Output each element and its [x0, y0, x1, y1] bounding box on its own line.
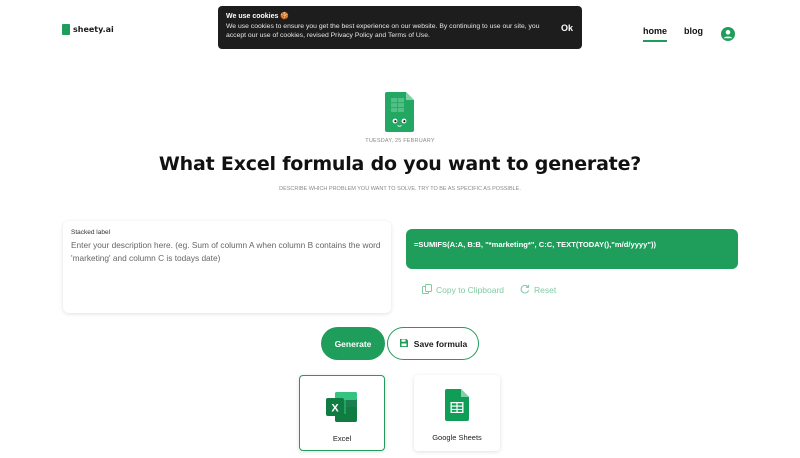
- page-subtitle: DESCRIBE WHICH PROBLEM YOU WANT TO SOLVE…: [279, 186, 521, 192]
- nav-home-link[interactable]: home: [643, 26, 667, 36]
- save-formula-label: Save formula: [413, 338, 468, 349]
- copy-to-clipboard-button[interactable]: Copy to Clipboard: [422, 284, 504, 296]
- description-input[interactable]: [69, 237, 389, 311]
- excel-label: Excel: [332, 434, 352, 443]
- sheet-logo-icon: [62, 24, 70, 35]
- reset-label: Reset: [534, 285, 557, 295]
- sheety-mascot-icon: [385, 92, 414, 132]
- copy-label: Copy to Clipboard: [436, 285, 505, 295]
- google-sheets-label: Google Sheets: [432, 433, 482, 442]
- nav-blog-link[interactable]: blog: [684, 26, 703, 36]
- description-label: Stacked label: [71, 229, 111, 236]
- save-icon: [399, 338, 409, 350]
- description-field-container: Stacked label: [63, 221, 391, 313]
- svg-text:X: X: [331, 403, 339, 415]
- brand-name: sheety.ai: [73, 25, 114, 34]
- current-date: TUESDAY, 25 FEBRUARY: [365, 138, 435, 144]
- cookie-text: We use cookies to ensure you get the bes…: [226, 23, 540, 39]
- excel-icon: X: [325, 390, 359, 429]
- reset-button[interactable]: Reset: [520, 284, 556, 296]
- reset-icon: [520, 284, 530, 296]
- save-formula-button[interactable]: Save formula: [387, 327, 479, 360]
- account-icon[interactable]: [721, 27, 735, 41]
- nav-active-indicator: [643, 40, 667, 42]
- google-sheets-icon: [445, 389, 469, 426]
- cookie-banner: We use cookies 🍪 We use cookies to ensur…: [218, 6, 582, 49]
- excel-option-card[interactable]: X Excel: [299, 375, 385, 451]
- brand-logo[interactable]: sheety.ai: [62, 24, 114, 35]
- copy-icon: [422, 284, 432, 296]
- formula-output: =SUMIFS(A:A, B:B, "*marketing*", C:C, TE…: [406, 229, 738, 269]
- generate-button[interactable]: Generate: [321, 327, 385, 360]
- page-title: What Excel formula do you want to genera…: [158, 153, 642, 175]
- google-sheets-option-card[interactable]: Google Sheets: [414, 375, 500, 451]
- cookie-ok-button[interactable]: Ok: [561, 23, 573, 33]
- cookie-title: We use cookies 🍪: [226, 13, 290, 20]
